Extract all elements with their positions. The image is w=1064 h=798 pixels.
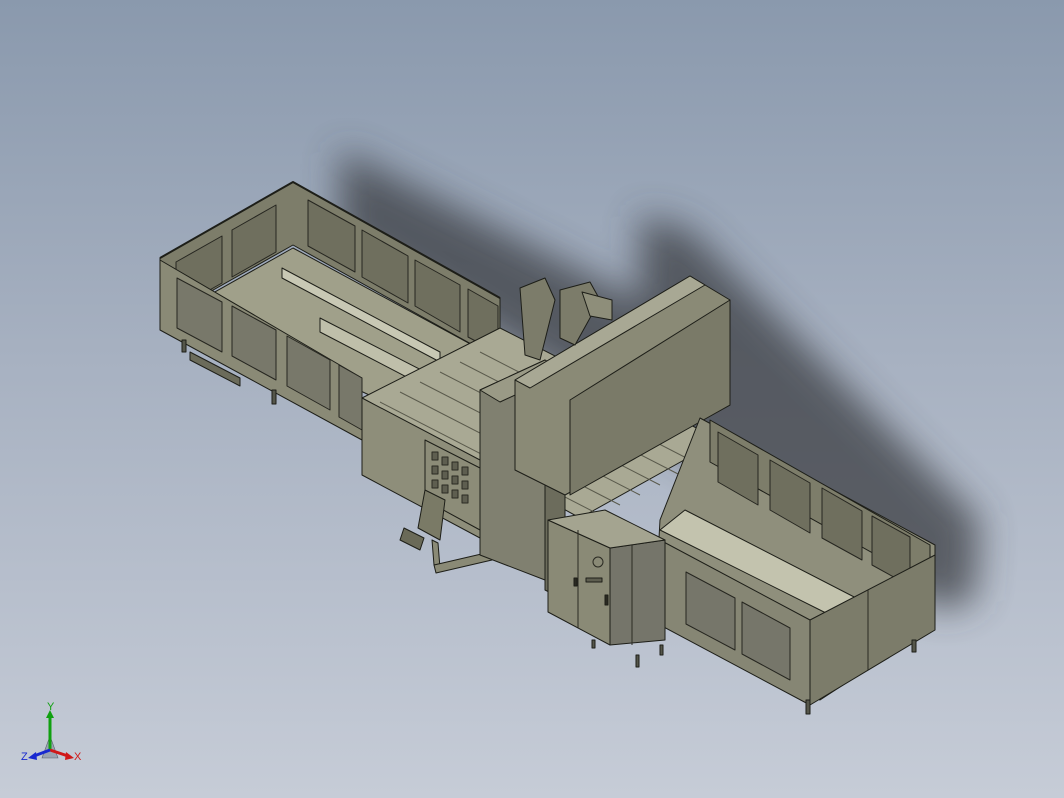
3d-viewport[interactable]: Y X Z <box>0 0 1064 798</box>
z-axis-label: Z <box>21 751 28 763</box>
x-axis-label: X <box>74 751 82 763</box>
electrical-cabinet[interactable] <box>547 509 666 668</box>
y-axis-label: Y <box>47 701 55 713</box>
x-arrowhead-icon <box>65 752 74 760</box>
view-orientation-triad[interactable]: Y X Z <box>20 700 90 770</box>
z-arrowhead-icon <box>28 752 37 760</box>
cad-model[interactable] <box>0 0 1064 798</box>
